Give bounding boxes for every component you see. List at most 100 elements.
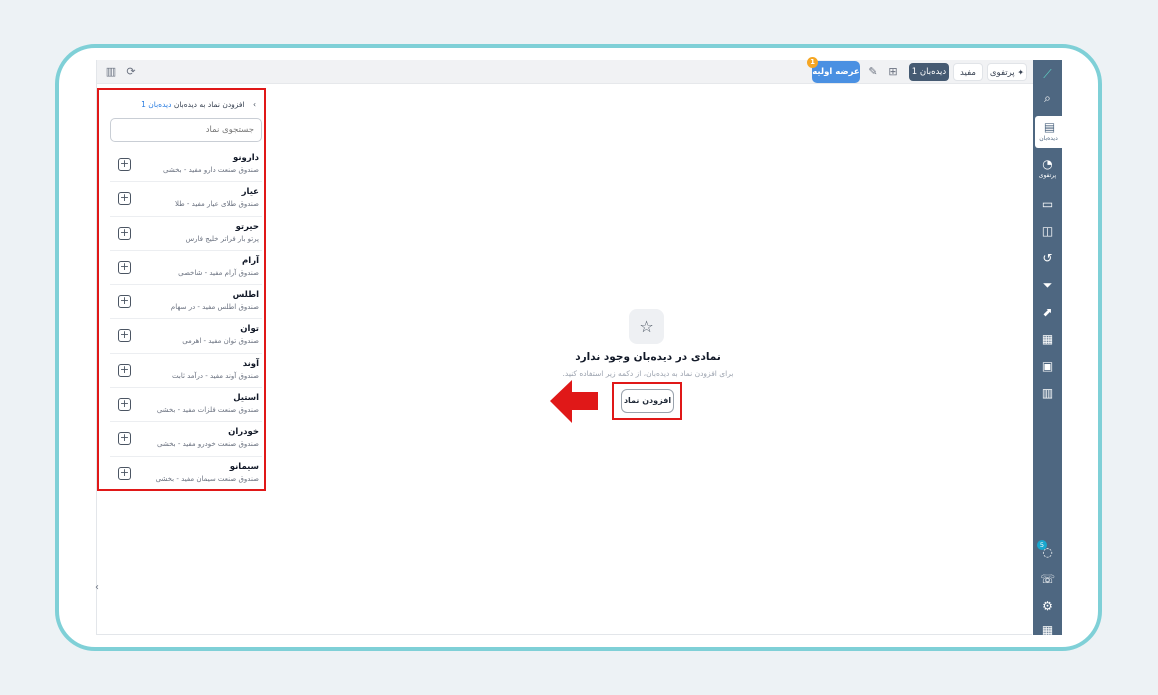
panel-title-link[interactable]: دیده‌بان 1 [141,100,171,109]
portfolio-icon: ◔ [1042,157,1053,171]
empty-state-subtitle: برای افزودن نماد به دیده‌بان، از دکمه زی… [562,369,734,378]
symbol-name: عیار [241,187,259,198]
symbol-name: توان [240,324,259,335]
add-symbol-icon[interactable]: + [118,363,131,377]
add-symbol-icon[interactable]: + [118,158,131,171]
symbol-desc: پرتو بار فراتر خلیج فارس [185,234,259,243]
symbol-search-input[interactable] [110,118,262,142]
symbol-name: اطلس [232,290,259,301]
symbol-desc: صندوق طلای عیار مفید - طلا [174,200,259,209]
logo-icon: ⟋ [1043,67,1052,81]
edit-icon[interactable]: ✎ [865,64,881,80]
symbol-desc: صندوق آرام مفید - شاخصی [178,268,259,277]
portfolio-label: پرتفوی [989,68,1015,78]
red-arrow-icon [550,380,598,423]
list-item: خودران صندوق صنعت خودرو مفید - بخشی + [110,422,262,457]
add-symbol-icon[interactable]: + [118,260,131,274]
tab-watchlist-1[interactable]: دیده‌بان 1 [909,63,949,81]
add-symbol-icon[interactable]: + [118,466,131,480]
rail-chart[interactable]: ⬈ [1033,304,1062,320]
report-icon: ▣ [1041,359,1054,373]
analysis-icon: ▥ [1041,386,1054,400]
layout-icon[interactable]: ▥ [103,64,119,80]
option-icon: ▭ [1041,197,1054,211]
rail-filter[interactable]: ⏷ [1033,277,1062,293]
add-symbol-panel: › افزودن نماد به دیده‌بان دیده‌بان 1 دار… [97,88,266,491]
rail-more[interactable]: ▦ [1033,622,1062,638]
symbol-name: سیمانو [229,461,259,472]
panel-header: › افزودن نماد به دیده‌بان دیده‌بان 1 [141,100,256,109]
panel-title: افزودن نماد به دیده‌بان [173,100,245,109]
symbol-desc: صندوق صنعت دارو مفید - بخشی [163,166,259,174]
rail-analysis[interactable]: ▥ [1033,385,1062,401]
grid-icon: ▦ [1041,332,1054,346]
list-item: توان صندوق توان مفید - اهرمی + [110,319,262,354]
chat-badge: 5 [1037,540,1047,550]
symbol-name: خودران [228,427,259,438]
symbol-name: آوند [242,358,259,369]
symbol-name: استیل [233,393,259,404]
star-add-icon: ☆ [629,309,664,344]
top-bar: ▥ ⟳ 1 عرضه اولیه ✎ ⊞ دیده‌بان 1 مفید پرت… [97,57,1033,84]
ipo-button[interactable]: 1 عرضه اولیه [807,57,860,83]
symbol-desc: صندوق صنعت خودرو مفید - بخشی [157,440,259,449]
pin-icon: ✦ [1017,68,1025,77]
list-item: دارونو صندوق صنعت دارو مفید - بخشی + [110,148,262,183]
rail-history[interactable]: ↺ [1033,250,1062,266]
list-item: حیرتو پرتو بار فراتر خلیج فارس + [110,217,262,251]
add-symbol-icon[interactable]: + [118,432,131,446]
support-icon: ☏ [1039,572,1055,586]
back-chevron-icon[interactable]: › [253,100,256,109]
symbol-desc: صندوق صنعت فلزات مفید - بخشی [156,406,259,415]
symbol-list: دارونو صندوق صنعت دارو مفید - بخشی + عیا… [110,148,262,491]
add-watchlist-icon[interactable]: ⊞ [885,64,901,80]
rail-option[interactable]: ▭ [1033,196,1062,212]
tab-mofid[interactable]: مفید [953,63,983,81]
refresh-icon[interactable]: ⟳ [123,64,139,80]
list-item: آوند صندوق آوند مفید - درآمد ثابت + [110,354,262,389]
symbol-desc: صندوق صنعت سیمان مفید - بخشی [155,474,259,483]
rail-report[interactable]: ▣ [1033,358,1062,374]
rail-search[interactable]: ⌕ [1033,90,1062,106]
symbol-name: حیرتو [235,221,259,232]
add-symbol-icon[interactable]: + [118,329,131,343]
rail-chat[interactable]: 5 ◌ [1033,540,1062,560]
list-item: عیار صندوق طلای عیار مفید - طلا + [110,182,262,217]
list-item: آرام صندوق آرام مفید - شاخصی + [110,251,262,286]
symbol-desc: صندوق توان مفید - اهرمی [182,337,259,346]
collapse-panel-chevron-icon[interactable]: ‹ [95,582,99,593]
add-symbol-icon[interactable]: + [118,295,131,309]
nav-rail: ⟋ ⌕ ▤ دیده‌بان ◔ پرتفوی ▭ ◫ ↺ ⏷ ⬈ ▦ ▣ ▥ … [1033,60,1062,638]
rail-settings[interactable]: ⚙ [1033,598,1062,614]
symbol-desc: صندوق اطلس مفید - در سهام [170,303,259,312]
list-item: استیل صندوق صنعت فلزات مفید - بخشی + [110,388,262,423]
search-icon: ⌕ [1044,91,1051,105]
more-icon: ▦ [1041,623,1054,637]
rail-portfolio-label: پرتفوی [1038,172,1057,179]
rail-portfolio[interactable]: ◔ پرتفوی [1033,156,1062,180]
add-symbol-icon[interactable]: + [118,192,131,206]
list-item: سیمانو صندوق صنعت سیمان مفید - بخشی + [110,457,262,491]
rail-support[interactable]: ☏ [1033,571,1062,587]
chart-icon: ⬈ [1042,305,1053,319]
add-symbol-button[interactable]: افزودن نماد [621,389,674,413]
ipo-label: عرضه اولیه [812,67,860,77]
basket-icon: ◫ [1041,224,1054,238]
filter-icon: ⏷ [1042,278,1053,292]
rail-watchlist-label: دیده‌بان [1039,135,1058,142]
empty-state-title: نمادی در دیده‌بان وجود ندارد [575,351,721,363]
symbol-desc: صندوق آوند مفید - درآمد ثابت [172,371,259,380]
rail-basket[interactable]: ◫ [1033,223,1062,239]
add-symbol-icon[interactable]: + [118,226,131,240]
settings-icon: ⚙ [1042,599,1053,613]
rail-watchlist[interactable]: ▤ دیده‌بان [1035,116,1062,148]
symbol-name: دارونو [233,153,259,163]
ipo-badge: 1 [807,57,818,68]
watchlist-icon: ▤ [1043,120,1056,134]
history-icon: ↺ [1042,251,1053,265]
add-symbol-icon[interactable]: + [118,398,131,412]
symbol-name: آرام [242,255,259,266]
tab-portfolio[interactable]: پرتفوی ✦ [987,63,1027,81]
rail-grid[interactable]: ▦ [1033,331,1062,347]
list-item: اطلس صندوق اطلس مفید - در سهام + [110,285,262,320]
